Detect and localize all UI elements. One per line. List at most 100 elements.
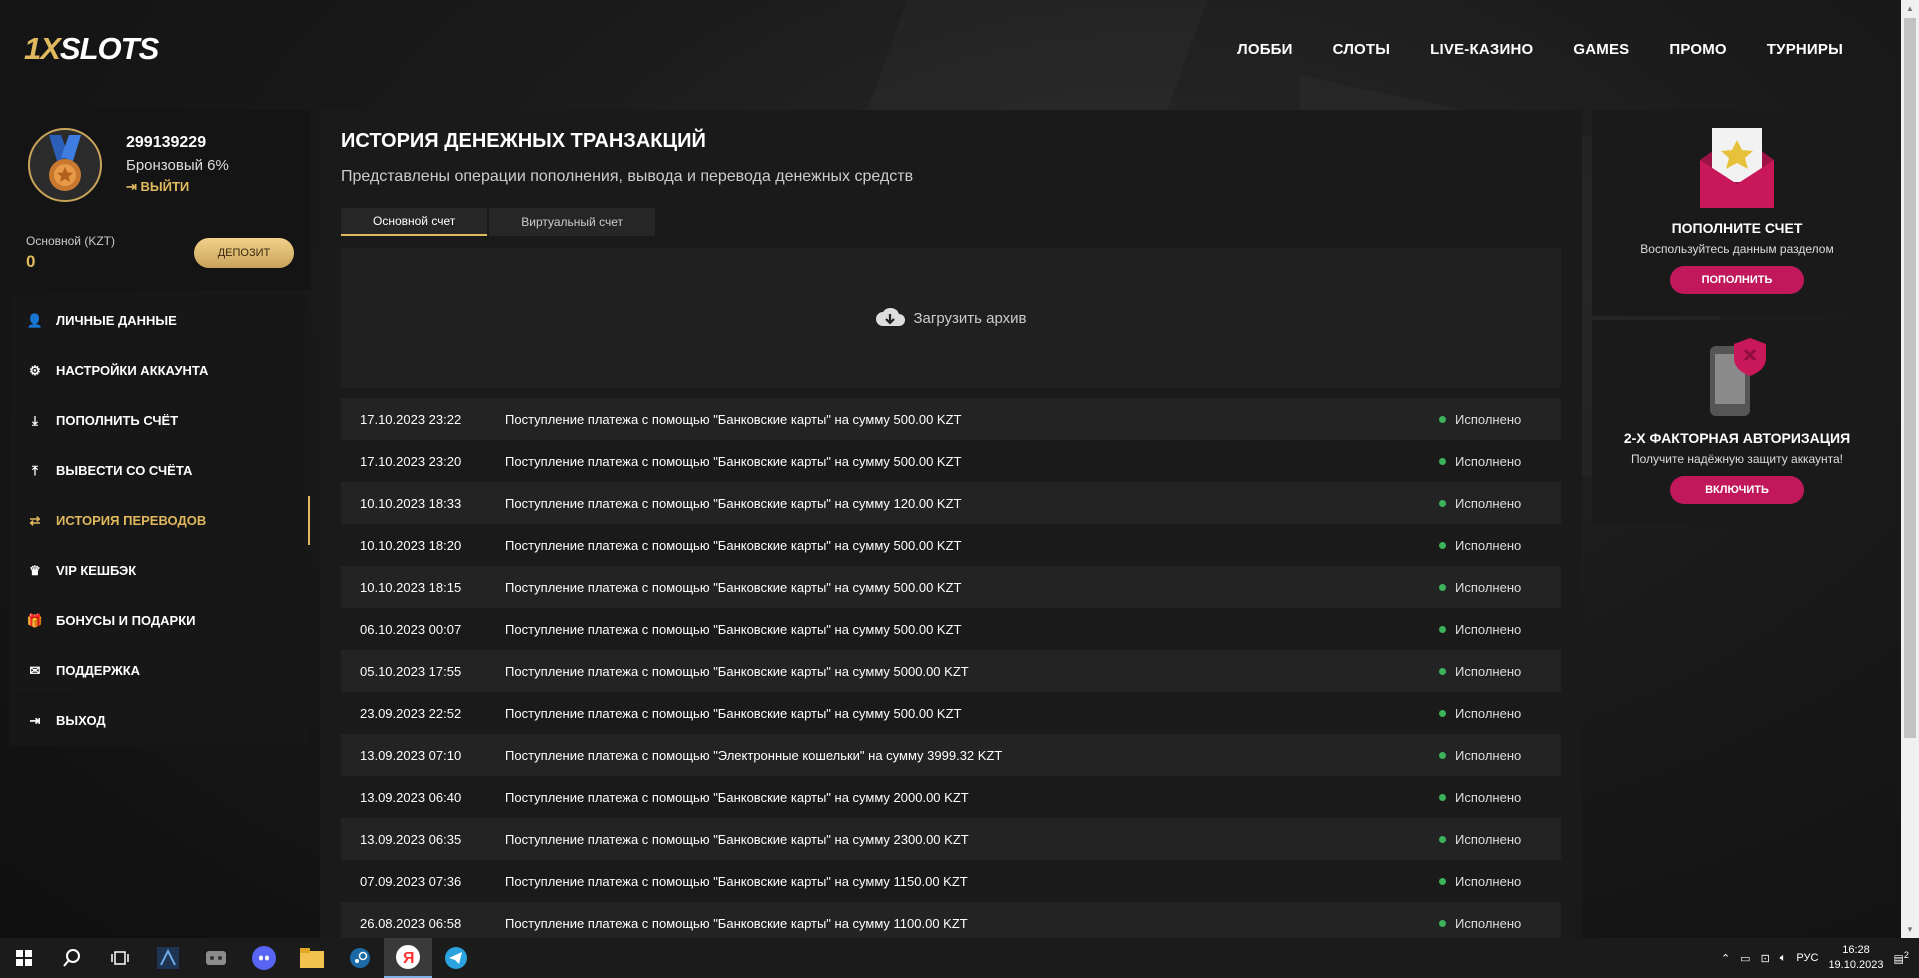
transaction-row: 13.09.2023 07:10 Поступление платежа с по… — [341, 734, 1561, 776]
menu-item-label: ВЫВЕСТИ СО СЧЁТА — [56, 463, 193, 478]
promo-text: Воспользуйтесь данным разделом — [1640, 242, 1834, 256]
cloud-download-icon — [876, 307, 906, 326]
file-explorer-icon[interactable] — [288, 938, 336, 978]
transaction-description: Поступление платежа с помощью "Банковски… — [505, 411, 962, 427]
nav-link[interactable]: ПРОМО — [1669, 41, 1726, 58]
menu-item[interactable]: ⇄ ИСТОРИЯ ПЕРЕВОДОВ — [10, 496, 310, 545]
promo-title: 2-Х ФАКТОРНАЯ АВТОРИЗАЦИЯ — [1623, 430, 1851, 446]
status-dot-icon — [1439, 751, 1446, 759]
menu-item-label: VIP КЕШБЭК — [56, 563, 137, 578]
transaction-row: 10.10.2023 18:20 Поступление платежа с по… — [341, 524, 1561, 566]
transaction-description: Поступление платежа с помощью "Банковски… — [505, 621, 962, 637]
nav-link[interactable]: GAMES — [1573, 41, 1629, 58]
chevron-up-icon[interactable]: ⌃ — [1721, 952, 1730, 965]
status-dot-icon — [1439, 667, 1446, 675]
transaction-description: Поступление платежа с помощью "Электронн… — [505, 747, 1003, 763]
transaction-date: 17.10.2023 23:22 — [360, 411, 462, 427]
monitor-icon[interactable]: ▭ — [1740, 952, 1750, 965]
mail-icon: ✉ — [29, 662, 41, 678]
deposit-button[interactable]: ДЕПОЗИТ — [194, 238, 294, 268]
windows-start-icon[interactable] — [0, 938, 48, 978]
scroll-down-icon[interactable]: ▼ — [1901, 921, 1919, 938]
transaction-status: Исполнено — [1439, 832, 1561, 847]
menu-item[interactable]: ⤓ ПОПОЛНИТЬ СЧЁТ — [10, 396, 310, 445]
menu-item[interactable]: 🎁 БОНУСЫ И ПОДАРКИ — [10, 596, 310, 645]
search-icon[interactable] — [48, 938, 96, 978]
menu-item[interactable]: ⤒ ВЫВЕСТИ СО СЧЁТА — [10, 446, 310, 495]
task-view-icon[interactable] — [96, 938, 144, 978]
transaction-description: Поступление платежа с помощью "Банковски… — [505, 705, 962, 721]
notifications-icon[interactable]: ▤2 — [1894, 950, 1910, 966]
transaction-status: Исполнено — [1439, 748, 1561, 763]
download-archive-button[interactable]: Загрузить архив — [341, 248, 1561, 388]
gift-icon: 🎁 — [26, 612, 44, 628]
tab-virtual-account[interactable]: Виртуальный счет — [489, 208, 655, 236]
site-header: 1XSLOTS ЛОББИ СЛОТЫ LIVE-КАЗИНО GAMES ПРОМО Т… — [0, 0, 1901, 98]
transaction-date: 10.10.2023 18:20 — [360, 537, 462, 553]
tab-main-account[interactable]: Основной счет — [341, 208, 488, 236]
status-dot-icon — [1439, 415, 1446, 423]
nav-link[interactable]: ЛОББИ — [1237, 41, 1293, 58]
telegram-icon[interactable] — [432, 938, 480, 978]
exit-icon: ⇥ — [29, 712, 41, 728]
menu-item[interactable]: ✉ ПОДДЕРЖКА — [10, 646, 310, 695]
transaction-row: 23.09.2023 22:52 Поступление платежа с по… — [341, 692, 1561, 734]
steam-icon[interactable] — [336, 938, 384, 978]
nav-link[interactable]: СЛОТЫ — [1333, 41, 1391, 58]
promo-text: Получите надёжную защиту аккаунта! — [1630, 452, 1843, 466]
transaction-row: 26.08.2023 06:58 Поступление платежа с по… — [341, 902, 1561, 938]
scroll-up-icon[interactable]: ▲ — [1901, 0, 1919, 17]
clock[interactable]: 16:28 19.10.2023 — [1828, 943, 1883, 973]
transaction-description: Поступление платежа с помощью "Банковски… — [505, 663, 969, 679]
page-scrollbar[interactable]: ▲ ▼ — [1901, 0, 1919, 938]
transaction-status: Исполнено — [1439, 412, 1561, 427]
replenish-button[interactable]: ПОПОЛНИТЬ — [1670, 266, 1804, 294]
transaction-row: 05.10.2023 17:55 Поступление платежа с по… — [341, 650, 1561, 692]
site-logo[interactable]: 1XSLOTS — [24, 31, 159, 67]
transaction-date: 13.09.2023 06:40 — [360, 789, 462, 805]
yandex-browser-icon[interactable]: Я — [384, 938, 432, 978]
transaction-date: 05.10.2023 17:55 — [360, 663, 462, 679]
menu-item[interactable]: ⚙ НАСТРОЙКИ АККАУНТА — [10, 346, 310, 395]
menu-item[interactable]: 👤 ЛИЧНЫЕ ДАННЫЕ — [10, 296, 310, 345]
transaction-date: 17.10.2023 23:20 — [360, 453, 462, 469]
balance-value: 0 — [26, 252, 36, 271]
controller-app-icon[interactable] — [192, 938, 240, 978]
discord-icon[interactable] — [240, 938, 288, 978]
volume-icon[interactable]: 🔈︎ — [1780, 952, 1787, 965]
promo-deposit-card: ПОПОЛНИТЕ СЧЕТ Воспользуйтесь данным раз… — [1592, 110, 1882, 316]
bronze-medal-avatar — [28, 128, 102, 202]
nav-link[interactable]: ТУРНИРЫ — [1767, 41, 1843, 58]
status-dot-icon — [1439, 709, 1446, 717]
status-dot-icon — [1439, 457, 1446, 465]
nav-link[interactable]: LIVE-КАЗИНО — [1430, 41, 1533, 58]
menu-item-label: ПОПОЛНИТЬ СЧЁТ — [56, 413, 179, 428]
language-indicator[interactable]: РУС — [1796, 952, 1818, 964]
menu-item-label: БОНУСЫ И ПОДАРКИ — [56, 613, 196, 628]
menu-item[interactable]: ⇥ ВЫХОД — [10, 696, 310, 745]
transaction-date: 06.10.2023 00:07 — [360, 621, 462, 637]
status-dot-icon — [1439, 877, 1446, 885]
scrollbar-thumb[interactable] — [1904, 18, 1916, 738]
transaction-status: Исполнено — [1439, 916, 1561, 931]
transaction-description: Поступление платежа с помощью "Банковски… — [505, 915, 968, 931]
enable-2fa-button[interactable]: ВКЛЮЧИТЬ — [1670, 476, 1804, 504]
transaction-date: 13.09.2023 06:35 — [360, 831, 462, 847]
logout-link[interactable]: ⇥ ВЫЙТИ — [126, 179, 189, 195]
transaction-description: Поступление платежа с помощью "Банковски… — [505, 537, 962, 553]
profile-card: 299139229 Бронзовый 6% ⇥ ВЫЙТИ Основной … — [10, 110, 310, 290]
windows-taskbar: Я ⌃ ▭ ⊡ 🔈︎ РУС 16:28 19.10.2023 ▤2 — [0, 938, 1919, 978]
transaction-description: Поступление платежа с помощью "Банковски… — [505, 579, 962, 595]
upload-icon: ⤒ — [32, 462, 38, 478]
menu-item[interactable]: ♛ VIP КЕШБЭК — [10, 546, 310, 595]
transaction-history-panel: ИСТОРИЯ ДЕНЕЖНЫХ ТРАНЗАКЦИЙ Представлены… — [320, 110, 1582, 938]
transaction-date: 26.08.2023 06:58 — [360, 915, 462, 931]
page-title: ИСТОРИЯ ДЕНЕЖНЫХ ТРАНЗАКЦИЙ — [341, 130, 706, 152]
crown-icon: ♛ — [29, 562, 41, 578]
game-app-icon[interactable] — [144, 938, 192, 978]
transaction-description: Поступление платежа с помощью "Банковски… — [505, 789, 969, 805]
promo-2fa-card: 2-Х ФАКТОРНАЯ АВТОРИЗАЦИЯ Получите надёж… — [1592, 320, 1882, 526]
status-dot-icon — [1439, 835, 1446, 843]
envelope-star-icon — [1592, 126, 1882, 212]
network-icon[interactable]: ⊡ — [1761, 952, 1770, 965]
